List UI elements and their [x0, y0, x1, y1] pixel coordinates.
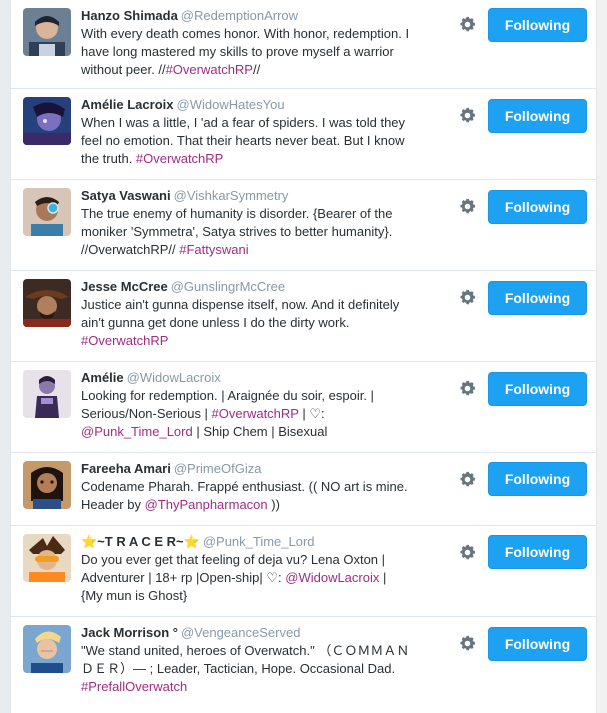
avatar[interactable] [23, 188, 71, 236]
mention-link[interactable]: @WidowLacroix [285, 570, 379, 585]
screen-name[interactable]: @WidowLacroix [127, 370, 221, 385]
user-content: Jack Morrison ° @VengeanceServed "We stan… [81, 625, 411, 696]
screen-name[interactable]: @Punk_Time_Lord [203, 534, 315, 549]
display-name[interactable]: Jack Morrison ° [81, 625, 178, 640]
hashtag-link[interactable]: #OverwatchRP [136, 151, 223, 166]
user-item[interactable]: Jesse McCree @GunslingrMcCree Justice ain… [11, 271, 598, 362]
user-item[interactable]: ⭐~T R A C E R~⭐ @Punk_Time_Lord Do you ev… [11, 526, 598, 617]
hashtag-link[interactable]: #Fattyswani [179, 242, 248, 257]
display-name[interactable]: ⭐~T R A C E R~⭐ [81, 534, 200, 549]
user-bio: With every death comes honor. With honor… [81, 26, 410, 77]
display-name[interactable]: Satya Vaswani [81, 188, 171, 203]
following-button[interactable]: Following [488, 372, 587, 406]
hashtag-link[interactable]: #OverwatchRP [81, 333, 168, 348]
user-bio: When I was a little, I 'ad a fear of spi… [81, 115, 406, 166]
screen-name[interactable]: @VengeanceServed [181, 625, 300, 640]
user-bio: Looking for redemption. | Araignée du so… [81, 388, 374, 439]
user-item[interactable]: Fareeha Amari @PrimeOfGiza Codename Phara… [11, 453, 598, 526]
user-bio: Justice ain't gunna dispense itself, now… [81, 297, 400, 348]
following-button[interactable]: Following [488, 8, 587, 42]
gear-icon[interactable] [456, 632, 478, 654]
user-item[interactable]: Amélie Lacroix @WidowHatesYou When I was … [11, 89, 598, 180]
display-name[interactable]: Fareeha Amari [81, 461, 171, 476]
avatar[interactable] [23, 370, 71, 418]
hashtag-link[interactable]: #OverwatchRP [212, 406, 299, 421]
avatar[interactable] [23, 97, 71, 145]
display-name[interactable]: Amélie Lacroix [81, 97, 174, 112]
gear-icon[interactable] [456, 541, 478, 563]
gear-icon[interactable] [456, 286, 478, 308]
user-bio: Codename Pharah. Frappé enthusiast. (( N… [81, 479, 408, 512]
user-content: Jesse McCree @GunslingrMcCree Justice ain… [81, 279, 411, 350]
user-content: Amélie @WidowLacroix Looking for redempti… [81, 370, 411, 441]
screen-name[interactable]: @VishkarSymmetry [174, 188, 289, 203]
hashtag-link[interactable]: #PrefallOverwatch [81, 679, 187, 694]
gear-icon[interactable] [456, 468, 478, 490]
avatar[interactable] [23, 534, 71, 582]
display-name[interactable]: Hanzo Shimada [81, 8, 178, 23]
avatar[interactable] [23, 461, 71, 509]
following-button[interactable]: Following [488, 535, 587, 569]
mention-link[interactable]: @Punk_Time_Lord [81, 424, 193, 439]
user-item[interactable]: Satya Vaswani @VishkarSymmetry The true e… [11, 180, 598, 271]
display-name[interactable]: Amélie [81, 370, 124, 385]
gear-icon[interactable] [456, 377, 478, 399]
following-button[interactable]: Following [488, 99, 587, 133]
user-content: Satya Vaswani @VishkarSymmetry The true e… [81, 188, 411, 259]
scrollbar[interactable] [596, 0, 607, 713]
following-button[interactable]: Following [488, 190, 587, 224]
user-bio: The true enemy of humanity is disorder. … [81, 206, 393, 257]
avatar[interactable] [23, 625, 71, 673]
user-content: Amélie Lacroix @WidowHatesYou When I was … [81, 97, 411, 168]
mention-link[interactable]: @ThyPanpharmacon [145, 497, 268, 512]
screen-name[interactable]: @RedemptionArrow [181, 8, 298, 23]
screen-name[interactable]: @GunslingrMcCree [171, 279, 285, 294]
following-button[interactable]: Following [488, 627, 587, 661]
user-content: Hanzo Shimada @RedemptionArrow With every… [81, 8, 411, 79]
gear-icon[interactable] [456, 104, 478, 126]
user-item[interactable]: Hanzo Shimada @RedemptionArrow With every… [11, 0, 598, 89]
user-item[interactable]: Jack Morrison ° @VengeanceServed "We stan… [11, 617, 598, 713]
avatar[interactable] [23, 8, 71, 56]
display-name[interactable]: Jesse McCree [81, 279, 168, 294]
following-list: Hanzo Shimada @RedemptionArrow With every… [10, 0, 599, 713]
gear-icon[interactable] [456, 195, 478, 217]
user-item[interactable]: Amélie @WidowLacroix Looking for redempti… [11, 362, 598, 453]
hashtag-link[interactable]: #OverwatchRP [166, 62, 253, 77]
user-bio: "We stand united, heroes of Overwatch." … [81, 643, 410, 694]
screen-name[interactable]: @PrimeOfGiza [174, 461, 262, 476]
user-content: Fareeha Amari @PrimeOfGiza Codename Phara… [81, 461, 411, 514]
following-button[interactable]: Following [488, 281, 587, 315]
following-button[interactable]: Following [488, 462, 587, 496]
screen-name[interactable]: @WidowHatesYou [177, 97, 285, 112]
user-bio: Do you ever get that feeling of deja vu?… [81, 552, 387, 603]
gear-icon[interactable] [456, 13, 478, 35]
user-content: ⭐~T R A C E R~⭐ @Punk_Time_Lord Do you ev… [81, 534, 411, 605]
avatar[interactable] [23, 279, 71, 327]
